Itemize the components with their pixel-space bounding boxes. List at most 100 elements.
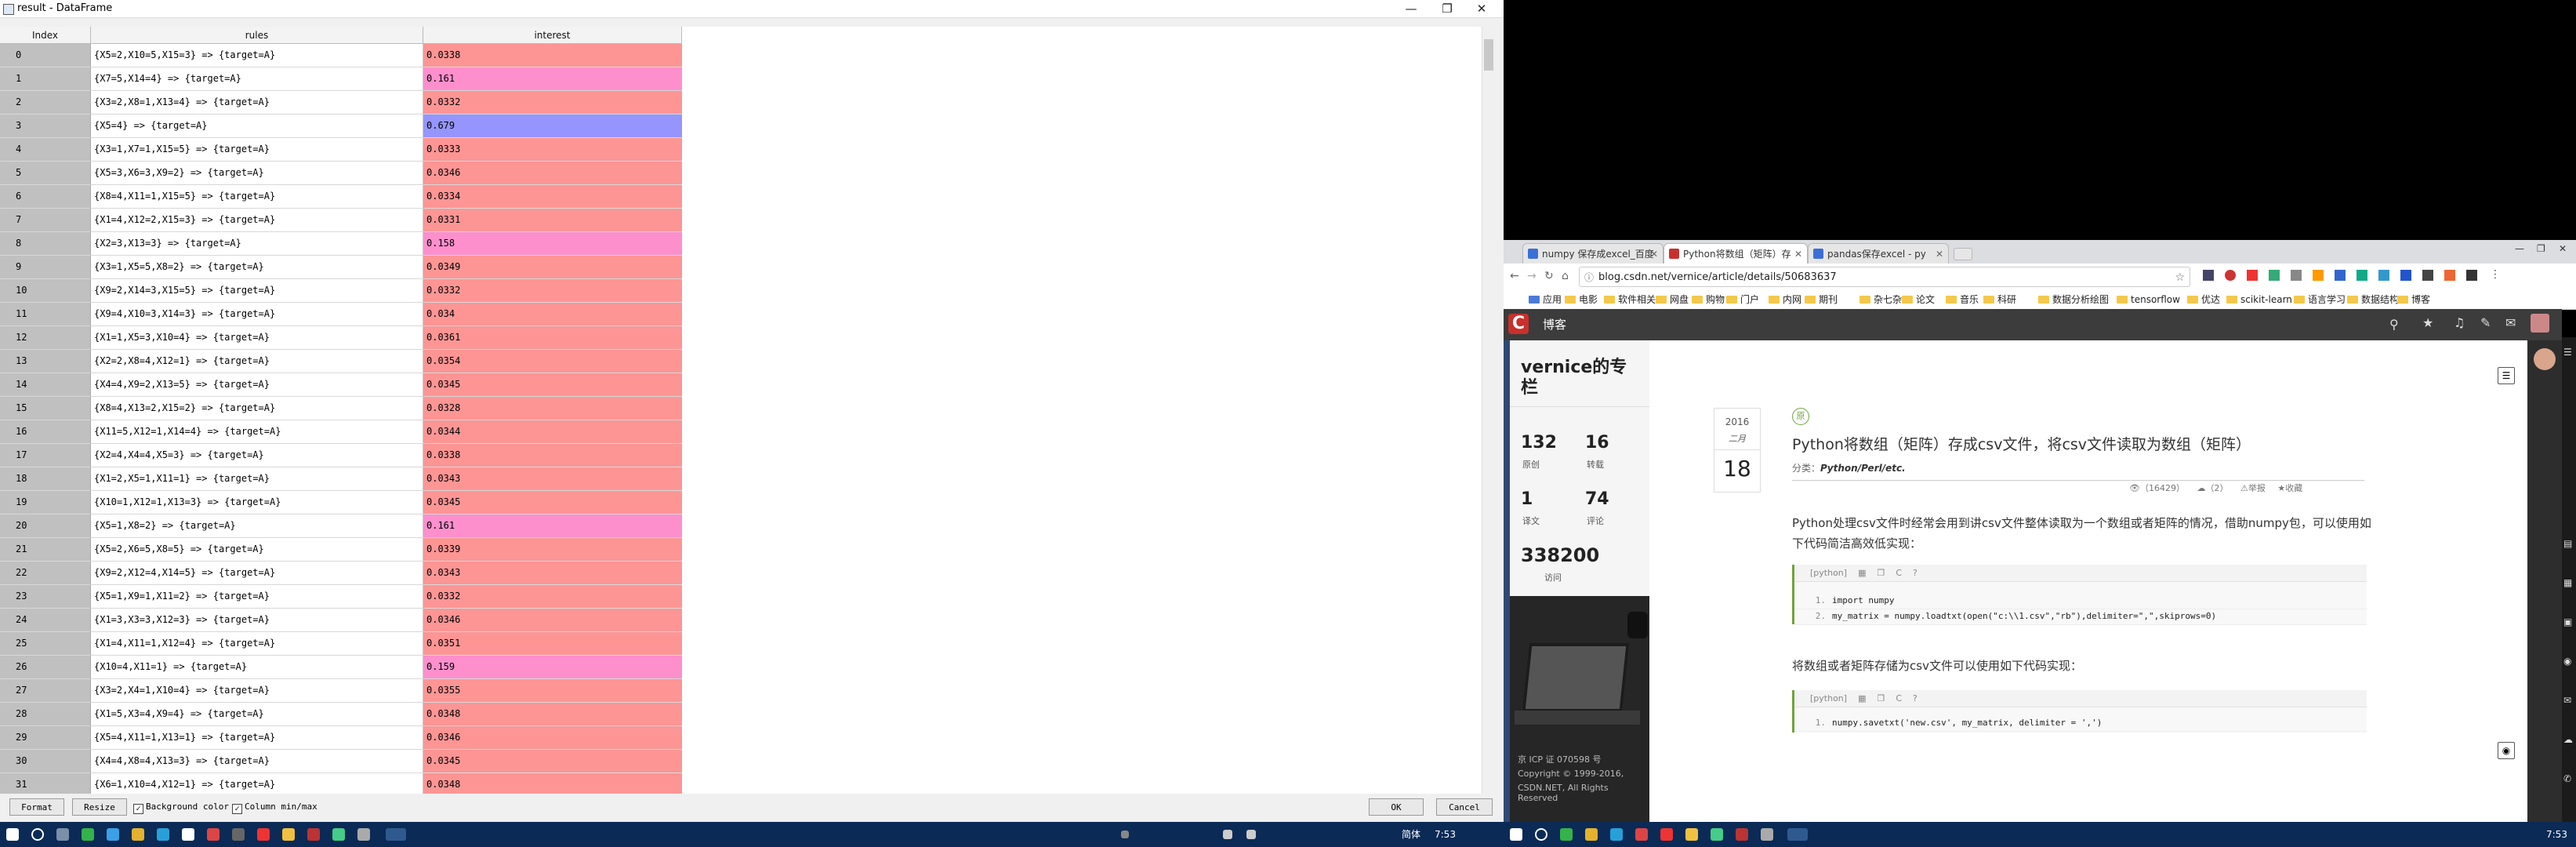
rule-cell[interactable]: {X5=4} => {target=A}	[91, 115, 423, 138]
interest-cell[interactable]: 0.0343	[423, 562, 682, 585]
article-title[interactable]: Python将数组（矩阵）存成csv文件，将csv文件读取为数组（矩阵）	[1792, 433, 2251, 454]
nav-title[interactable]: 博客	[1543, 309, 1566, 340]
blog-name[interactable]: vernice的专栏	[1521, 358, 1638, 398]
row-index[interactable]: 9	[0, 256, 91, 279]
rule-cell[interactable]: {X6=1,X10=4,X12=1} => {target=A}	[91, 773, 423, 794]
search-icon[interactable]	[1535, 828, 1547, 841]
extension-icon[interactable]	[2247, 270, 2258, 281]
rule-cell[interactable]: {X1=4,X12=2,X15=3} => {target=A}	[91, 209, 423, 232]
extension-icon[interactable]	[2335, 270, 2346, 281]
interest-cell[interactable]: 0.161	[423, 514, 682, 538]
row-index[interactable]: 6	[0, 185, 91, 209]
header-index[interactable]: Index	[0, 27, 91, 44]
edge-icon[interactable]	[1610, 828, 1623, 841]
rule-cell[interactable]: {X10=4,X11=1} => {target=A}	[91, 656, 423, 679]
message-icon[interactable]: ✉	[2505, 315, 2516, 330]
star-icon[interactable]: ★	[2422, 315, 2433, 330]
rule-cell[interactable]: {X1=3,X3=3,X12=3} => {target=A}	[91, 609, 423, 632]
table-row[interactable]: 8 {X2=3,X13=3} => {target=A} 0.158	[0, 232, 682, 256]
rule-cell[interactable]: {X1=5,X3=4,X9=4} => {target=A}	[91, 703, 423, 726]
row-index[interactable]: 17	[0, 444, 91, 467]
table-row[interactable]: 9 {X3=1,X5=5,X8=2} => {target=A} 0.0349	[0, 256, 682, 279]
interest-cell[interactable]: 0.0348	[423, 703, 682, 726]
table-row[interactable]: 2 {X3=2,X8=1,X13=4} => {target=A} 0.0332	[0, 91, 682, 115]
bookmark-item[interactable]: 数据分析绘图	[2038, 290, 2109, 309]
bookmark-item[interactable]: 软件相关	[1604, 290, 1656, 309]
table-row[interactable]: 17 {X2=4,X4=4,X5=3} => {target=A} 0.0338	[0, 444, 682, 467]
row-index[interactable]: 0	[0, 44, 91, 67]
table-row[interactable]: 22 {X9=2,X12=4,X14=5} => {target=A} 0.0343	[0, 562, 682, 585]
app-icon[interactable]	[332, 828, 345, 841]
row-index[interactable]: 3	[0, 115, 91, 138]
close-icon[interactable]: ✕	[2559, 243, 2567, 254]
bookmark-item[interactable]: 内网	[1769, 290, 1801, 309]
table-row[interactable]: 20 {X5=1,X8=2} => {target=A} 0.161	[0, 514, 682, 538]
interest-cell[interactable]: 0.0332	[423, 279, 682, 303]
row-index[interactable]: 18	[0, 467, 91, 491]
menu-icon[interactable]: ⋮	[2490, 268, 2501, 281]
interest-cell[interactable]: 0.0334	[423, 185, 682, 209]
browser-tab[interactable]: pandas保存excel - py ✕	[1808, 243, 1949, 264]
interest-cell[interactable]: 0.0345	[423, 373, 682, 397]
view-plain-icon[interactable]: ▦	[1858, 568, 1866, 578]
interest-cell[interactable]: 0.0333	[423, 138, 682, 162]
app-icon[interactable]	[1685, 828, 1698, 841]
view-plain-icon[interactable]: ▦	[1858, 693, 1866, 703]
help-icon[interactable]: ?	[1913, 693, 1917, 703]
bookmark-item[interactable]: 电影	[1565, 290, 1598, 309]
table-row[interactable]: 24 {X1=3,X3=3,X12=3} => {target=A} 0.0346	[0, 609, 682, 632]
extension-icon[interactable]	[2444, 270, 2455, 281]
table-row[interactable]: 13 {X2=2,X8=4,X12=1} => {target=A} 0.0354	[0, 350, 682, 373]
header-interest[interactable]: interest	[423, 27, 682, 44]
bookmark-item[interactable]: 门户	[1726, 290, 1759, 309]
restore-icon[interactable]: ❐	[1431, 0, 1463, 17]
rule-cell[interactable]: {X2=3,X13=3} => {target=A}	[91, 232, 423, 256]
extension-icon[interactable]	[2378, 270, 2389, 281]
rule-cell[interactable]: {X8=4,X13=2,X15=2} => {target=A}	[91, 397, 423, 420]
interest-cell[interactable]: 0.158	[423, 232, 682, 256]
row-index[interactable]: 27	[0, 679, 91, 703]
rule-cell[interactable]: {X2=4,X4=4,X5=3} => {target=A}	[91, 444, 423, 467]
rule-cell[interactable]: {X5=2,X10=5,X15=3} => {target=A}	[91, 44, 423, 67]
close-icon[interactable]: ✕	[1466, 0, 1497, 17]
bookmark-item[interactable]: tensorflow	[2117, 290, 2180, 309]
table-row[interactable]: 10 {X9=2,X14=3,X15=5} => {target=A} 0.0332	[0, 279, 682, 303]
row-index[interactable]: 2	[0, 91, 91, 115]
table-row[interactable]: 12 {X1=1,X5=3,X10=4} => {target=A} 0.0361	[0, 326, 682, 350]
app-icon[interactable]	[232, 828, 245, 841]
bookmark-item[interactable]: 论文	[1902, 290, 1935, 309]
interest-cell[interactable]: 0.159	[423, 656, 682, 679]
input-language[interactable]: 简体	[1402, 822, 1420, 847]
bookmark-item[interactable]: 语言学习	[2294, 290, 2346, 309]
interest-cell[interactable]: 0.0338	[423, 444, 682, 467]
app-icon[interactable]	[1787, 828, 1808, 841]
extension-icon[interactable]	[2422, 270, 2433, 281]
app-icon[interactable]	[107, 828, 119, 841]
list-view-icon[interactable]: ☰	[2498, 367, 2515, 384]
rule-cell[interactable]: {X1=2,X5=1,X11=1} => {target=A}	[91, 467, 423, 491]
interest-cell[interactable]: 0.0332	[423, 91, 682, 115]
rule-cell[interactable]: {X8=4,X11=1,X15=5} => {target=A}	[91, 185, 423, 209]
table-row[interactable]: 21 {X5=2,X6=5,X8=5} => {target=A} 0.0339	[0, 538, 682, 562]
extension-icon[interactable]	[2291, 270, 2302, 281]
report-link[interactable]: 举报	[2248, 483, 2266, 493]
rule-cell[interactable]: {X5=4,X11=1,X13=1} => {target=A}	[91, 726, 423, 750]
table-row[interactable]: 25 {X1=4,X11=1,X12=4} => {target=A} 0.0351	[0, 632, 682, 656]
rule-cell[interactable]: {X3=2,X4=1,X10=4} => {target=A}	[91, 679, 423, 703]
home-icon[interactable]: ⌂	[1562, 270, 1569, 282]
volume-icon[interactable]	[1223, 830, 1232, 839]
close-icon[interactable]: ✕	[1936, 244, 1943, 264]
table-row[interactable]: 23 {X5=1,X9=1,X11=2} => {target=A} 0.0332	[0, 585, 682, 609]
reload-icon[interactable]: ↻	[1544, 270, 1554, 282]
interest-cell[interactable]: 0.0355	[423, 679, 682, 703]
network-icon[interactable]	[1246, 830, 1256, 839]
chat-icon[interactable]: ✆	[2563, 773, 2571, 784]
bookmark-item[interactable]: 数据结构	[2347, 290, 2399, 309]
table-row[interactable]: 7 {X1=4,X12=2,X15=3} => {target=A} 0.0331	[0, 209, 682, 232]
interest-cell[interactable]: 0.0346	[423, 609, 682, 632]
app-icon[interactable]	[1761, 828, 1773, 841]
table-row[interactable]: 3 {X5=4} => {target=A} 0.679	[0, 115, 682, 138]
bookmark-item[interactable]: 应用	[1529, 290, 1562, 309]
rule-cell[interactable]: {X5=1,X8=2} => {target=A}	[91, 514, 423, 538]
print-icon[interactable]: C	[1896, 693, 1902, 703]
